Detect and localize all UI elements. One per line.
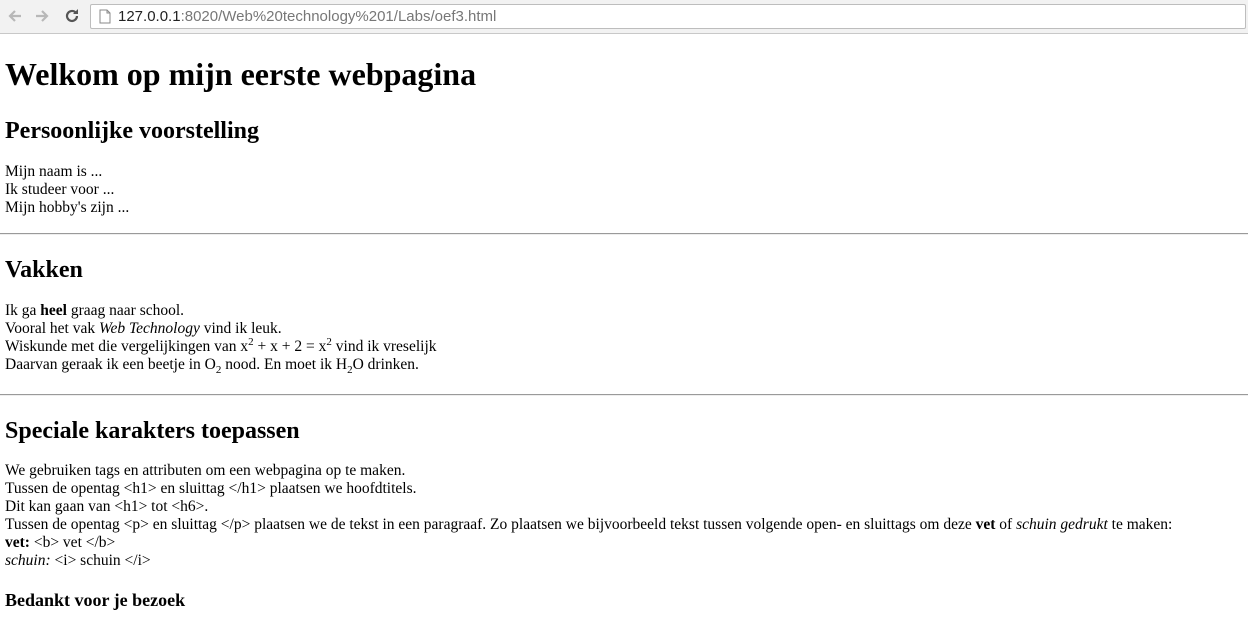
arrow-left-icon <box>8 10 21 22</box>
footer-heading: Bedankt voor je bezoek <box>5 590 186 610</box>
bold-text: vet <box>975 516 996 533</box>
text: Vooral het vak <box>5 320 99 337</box>
text: te maken: <box>1107 516 1173 533</box>
reload-icon <box>65 9 79 23</box>
personal-paragraph: Mijn naam is ... Ik studeer voor ... Mij… <box>5 163 1243 217</box>
text-line: Tussen de opentag <h1> en sluittag </h1>… <box>5 480 417 497</box>
url-text: 127.0.0.1:8020/Web%20technology%201/Labs… <box>118 8 497 25</box>
italic-text: Web Technology <box>98 320 200 337</box>
italic-text: schuin: <box>5 552 51 569</box>
bold-text: vet: <box>5 534 30 551</box>
text: Tussen de opentag <p> en sluittag </p> p… <box>5 516 976 533</box>
back-button[interactable] <box>4 5 26 27</box>
page-title: Welkom op mijn eerste webpagina <box>5 56 477 92</box>
text: <i> schuin </i> <box>50 552 151 569</box>
text-line: Ik studeer voor ... <box>5 181 115 198</box>
text-line: We gebruiken tags en attributen om een w… <box>5 462 406 479</box>
divider <box>0 233 1248 235</box>
section-heading-personal: Persoonlijke voorstelling <box>5 118 259 144</box>
page-icon <box>97 9 113 25</box>
text-line: Mijn naam is ... <box>5 163 103 180</box>
text: Daarvan geraak ik een beetje in O <box>5 356 216 373</box>
text: + x + 2 = x <box>253 338 327 355</box>
section-heading-courses: Vakken <box>5 257 83 283</box>
text: nood. En moet ik H <box>221 356 348 373</box>
section-heading-special-chars: Speciale karakters toepassen <box>5 418 300 444</box>
arrow-right-icon <box>36 10 49 22</box>
text: Wiskunde met die vergelijkingen van x <box>5 338 249 355</box>
courses-paragraph: Ik ga heel graag naar school. Vooral het… <box>5 302 1243 376</box>
text: <b> vet </b> <box>29 534 116 551</box>
text-line: Mijn hobby's zijn ... <box>5 199 130 216</box>
italic-text: schuin gedrukt <box>1016 516 1108 533</box>
divider <box>0 394 1248 396</box>
address-bar[interactable]: 127.0.0.1:8020/Web%20technology%201/Labs… <box>90 4 1246 29</box>
text: of <box>995 516 1017 533</box>
text: Ik ga <box>5 302 41 319</box>
bold-text: heel <box>40 302 67 319</box>
special-chars-paragraph: We gebruiken tags en attributen om een w… <box>5 462 1243 570</box>
reload-button[interactable] <box>61 5 83 27</box>
text: O drinken. <box>352 356 419 373</box>
browser-toolbar: 127.0.0.1:8020/Web%20technology%201/Labs… <box>0 0 1248 34</box>
text: vind ik leuk. <box>199 320 282 337</box>
page-content: Welkom op mijn eerste webpagina Persoonl… <box>0 56 1248 611</box>
text-line: Dit kan gaan van <h1> tot <h6>. <box>5 498 209 515</box>
forward-button[interactable] <box>31 5 53 27</box>
text: vind ik vreselijk <box>331 338 437 355</box>
text: graag naar school. <box>66 302 185 319</box>
